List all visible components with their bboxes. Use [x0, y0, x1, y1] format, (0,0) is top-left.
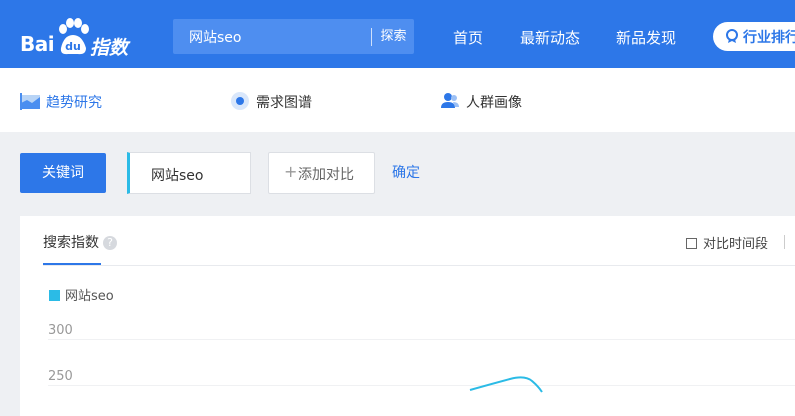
- industry-rank-button[interactable]: 行业排行: [713, 22, 795, 51]
- search-input[interactable]: [173, 19, 368, 54]
- industry-rank-label: 行业排行: [743, 30, 795, 46]
- trend-chart-icon: [20, 93, 40, 110]
- logo-text-bai: Bai: [20, 32, 55, 56]
- logo-text-index: 指数: [90, 37, 129, 59]
- top-header: Bai du 指数 探索 首页 最新动态 新品发现 行业排行: [0, 0, 795, 68]
- baidu-index-logo[interactable]: Bai du 指数: [20, 18, 130, 59]
- series-line: [469, 376, 543, 393]
- badge-icon: [726, 29, 738, 43]
- search-box: 探索: [173, 19, 414, 54]
- subnav-label: 需求图谱: [256, 95, 312, 111]
- subnav-label: 人群画像: [466, 95, 522, 111]
- subnav-label: 趋势研究: [46, 95, 102, 111]
- search-divider: [371, 28, 372, 46]
- people-icon: [441, 93, 459, 108]
- keyword-field[interactable]: 网站seo: [127, 152, 251, 194]
- sub-navigation: 趋势研究 需求图谱 人群画像: [0, 68, 795, 132]
- radio-target-icon: [231, 92, 249, 110]
- plus-icon: +: [284, 162, 298, 181]
- add-compare-label: 添加对比: [298, 167, 354, 183]
- nav-latest-news[interactable]: 最新动态: [520, 27, 580, 48]
- search-index-panel: 搜索指数? 对比时间段 网站seo 300 250: [20, 216, 795, 416]
- keyword-button[interactable]: 关键词: [20, 153, 106, 193]
- nav-home[interactable]: 首页: [453, 27, 483, 48]
- paw-icon: du: [59, 18, 89, 55]
- trend-line-chart: [469, 376, 543, 393]
- svg-text:du: du: [65, 40, 81, 53]
- confirm-link[interactable]: 确定: [392, 162, 420, 182]
- keyword-value: 网站seo: [151, 168, 204, 184]
- add-compare-button[interactable]: + 添加对比: [268, 152, 375, 194]
- explore-button[interactable]: 探索: [373, 19, 414, 54]
- nav-new-discovery[interactable]: 新品发现: [616, 27, 676, 48]
